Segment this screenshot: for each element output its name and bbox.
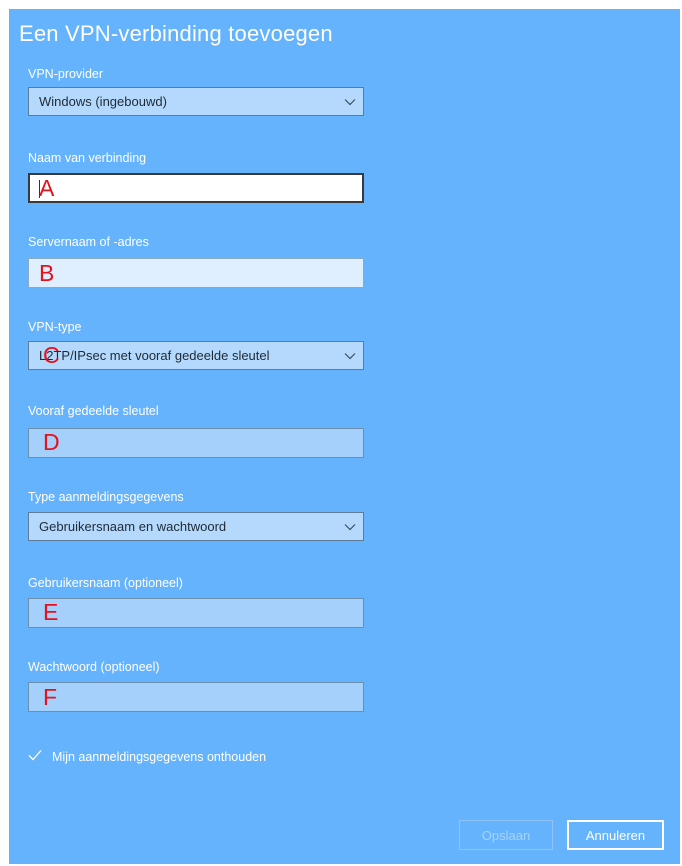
chevron-down-icon: [337, 513, 363, 540]
server-input[interactable]: [28, 258, 364, 288]
signin-type-label: Type aanmeldingsgegevens: [28, 490, 184, 504]
annotation-d: D: [43, 429, 60, 455]
psk-label: Vooraf gedeelde sleutel: [28, 404, 159, 418]
provider-select[interactable]: Windows (ingebouwd): [28, 87, 364, 116]
password-label: Wachtwoord (optioneel): [28, 660, 160, 674]
checkmark-icon: [28, 748, 42, 766]
provider-label: VPN-provider: [28, 67, 104, 81]
provider-value: Windows (ingebouwd): [39, 94, 167, 109]
cancel-button[interactable]: Annuleren: [567, 820, 664, 850]
dialog-title: Een VPN-verbinding toevoegen: [19, 21, 333, 46]
chevron-down-icon: [337, 88, 363, 115]
vpn-type-value: L2TP/IPsec met vooraf gedeelde sleutel: [39, 348, 270, 363]
signin-type-select[interactable]: Gebruikersnaam en wachtwoord: [28, 512, 364, 541]
chevron-down-icon: [337, 342, 363, 369]
annotation-f: F: [43, 684, 58, 710]
username-label: Gebruikersnaam (optioneel): [28, 576, 183, 590]
annotation-b: B: [39, 260, 55, 286]
connection-name-input[interactable]: [28, 173, 364, 203]
connection-name-label: Naam van verbinding: [28, 151, 147, 165]
annotation-e: E: [43, 599, 59, 625]
server-label: Servernaam of -adres: [28, 235, 149, 249]
remember-checkbox[interactable]: Mijn aanmeldingsgegevens onthouden: [28, 748, 266, 766]
remember-label: Mijn aanmeldingsgegevens onthouden: [52, 750, 267, 764]
annotation-a: A: [39, 175, 55, 201]
psk-input[interactable]: [28, 428, 364, 458]
save-button[interactable]: Opslaan: [459, 820, 553, 850]
annotation-c: C: [43, 342, 60, 368]
username-input[interactable]: [28, 598, 364, 628]
password-input[interactable]: [28, 682, 364, 712]
signin-type-value: Gebruikersnaam en wachtwoord: [39, 519, 227, 534]
vpn-type-select[interactable]: L2TP/IPsec met vooraf gedeelde sleutel: [28, 341, 364, 370]
vpn-type-label: VPN-type: [28, 320, 82, 334]
